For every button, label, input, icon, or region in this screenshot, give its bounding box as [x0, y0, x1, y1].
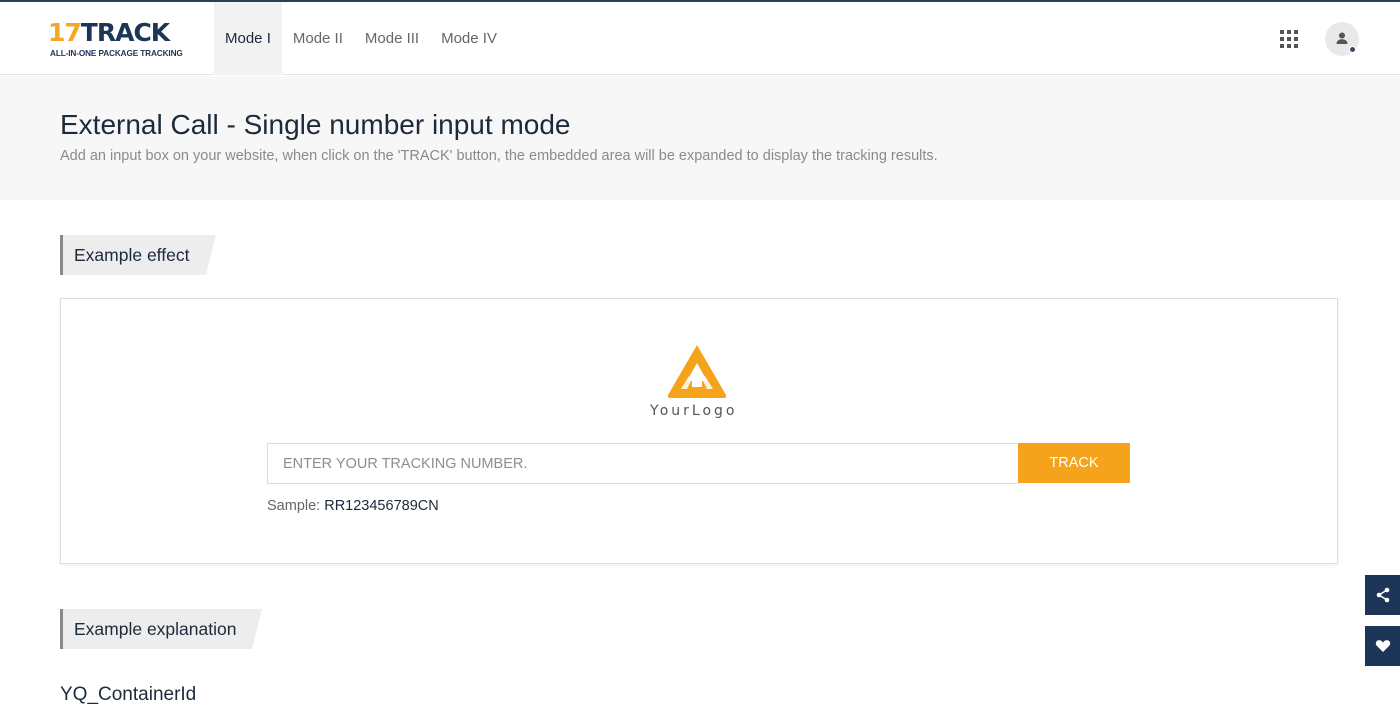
tracking-number-input[interactable] — [267, 443, 1019, 484]
mode-nav: Mode I Mode II Mode III Mode IV — [214, 2, 508, 75]
favorite-button[interactable] — [1365, 626, 1400, 666]
your-logo-icon — [667, 345, 727, 398]
nav-mode-2[interactable]: Mode II — [282, 2, 354, 75]
share-icon — [1376, 587, 1390, 603]
logo-number: 17 — [48, 18, 82, 47]
nav-mode-1[interactable]: Mode I — [214, 2, 282, 75]
logo-word: TRACK — [80, 18, 170, 47]
logo-tagline: ALL-IN-ONE PACKAGE TRACKING — [50, 49, 183, 58]
example-effect-box: YourLogo TRACK Sample: RR123456789CN — [60, 298, 1338, 564]
status-dot — [1349, 46, 1356, 53]
sample-number: Sample: RR123456789CN — [267, 498, 439, 514]
section-heading-label: Example effect — [74, 245, 190, 265]
user-icon — [1336, 32, 1348, 44]
page-title: External Call - Single number input mode — [60, 109, 571, 140]
heart-icon — [1375, 640, 1391, 652]
site-header: 17TRACK ALL-IN-ONE PACKAGE TRACKING Mode… — [0, 2, 1400, 75]
sample-label: Sample: — [267, 498, 321, 514]
nav-mode-3[interactable]: Mode III — [354, 2, 430, 75]
your-logo-text: YourLogo — [650, 403, 738, 419]
sample-value[interactable]: RR123456789CN — [324, 498, 438, 514]
page-banner: External Call - Single number input mode… — [0, 76, 1400, 200]
section-heading-label: Example explanation — [74, 619, 237, 639]
track-button[interactable]: TRACK — [1018, 443, 1130, 483]
share-button[interactable] — [1365, 575, 1400, 615]
container-id-heading: YQ_ContainerId — [60, 684, 197, 705]
user-avatar-icon[interactable] — [1325, 22, 1359, 56]
page-description: Add an input box on your website, when c… — [60, 148, 938, 164]
nav-mode-4[interactable]: Mode IV — [430, 2, 508, 75]
17track-logo[interactable]: 17TRACK ALL-IN-ONE PACKAGE TRACKING — [48, 18, 198, 62]
apps-grid-icon[interactable] — [1280, 30, 1298, 48]
logo-wordmark: 17TRACK — [48, 18, 170, 48]
